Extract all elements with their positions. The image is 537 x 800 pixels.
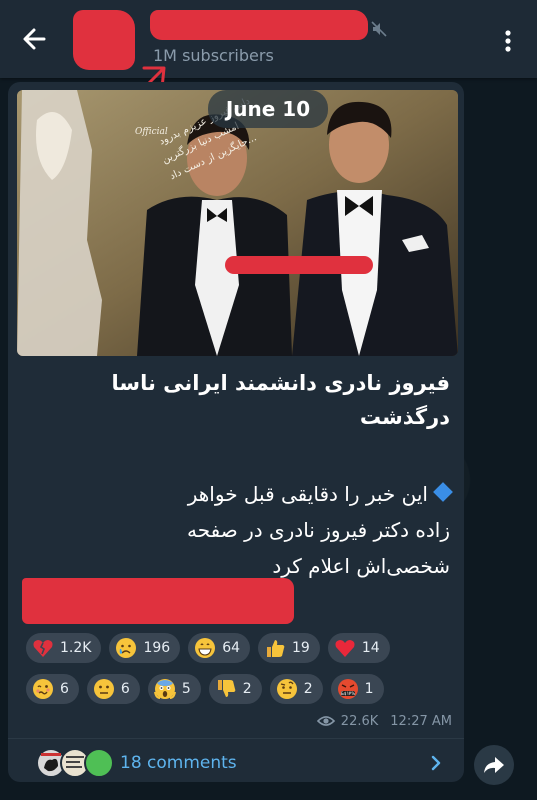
reactions-row: 6 6 5 2 2 &$!#% 1	[26, 674, 456, 704]
headline-line: درگذشت	[359, 405, 450, 429]
reaction-chip-broken-heart[interactable]: 1.2K	[26, 633, 102, 663]
forward-button[interactable]	[474, 745, 514, 785]
red-heart-icon	[334, 637, 356, 659]
svg-text:Official: Official	[135, 127, 168, 137]
raised-eyebrow-face-icon	[276, 678, 298, 700]
reaction-chip-screaming-face[interactable]: 5	[147, 674, 201, 704]
forward-arrow-icon	[484, 757, 504, 773]
woozy-face-icon	[32, 678, 54, 700]
views-eye-icon	[316, 716, 335, 726]
commenter-avatar	[84, 748, 114, 778]
reaction-count: 2	[242, 681, 252, 697]
screaming-face-icon	[153, 678, 176, 700]
reaction-chip-thumbs-down[interactable]: 2	[208, 674, 262, 704]
body-line-text: این خبر را دقایقی قبل خواهر	[187, 482, 428, 506]
back-arrow-icon	[23, 28, 46, 50]
reactions-bar: 1.2K 196 64 19 14 6 6 5 2 2 &$!#% 1	[26, 633, 456, 715]
neutral-face-icon	[93, 678, 115, 700]
crying-face-icon	[115, 637, 137, 659]
post-time: 12:27 AM	[390, 713, 452, 729]
channel-header: 1M subscribers	[0, 0, 537, 78]
photo-illustration: دایی فیروز عزیزم بدرود امشب دنیا بزرگتری…	[17, 90, 458, 356]
post-photo[interactable]: دایی فیروز عزیزم بدرود امشب دنیا بزرگتری…	[17, 90, 458, 356]
broken-heart-icon	[32, 637, 54, 659]
reaction-chip-red-heart[interactable]: 14	[327, 633, 390, 663]
reaction-chip-raised-eyebrow-face[interactable]: 2	[269, 674, 323, 704]
reaction-count: 64	[222, 640, 241, 656]
grinning-face-icon	[194, 637, 216, 659]
svg-text:&$!#%: &$!#%	[340, 691, 355, 696]
source-link-redacted	[22, 578, 294, 624]
reaction-count: 14	[361, 640, 380, 656]
reaction-count: 1	[364, 681, 374, 697]
cursing-face-icon: &$!#%	[337, 678, 359, 700]
date-pill: June 10	[208, 90, 328, 128]
thumbs-down-icon	[215, 678, 237, 700]
reaction-count: 2	[303, 681, 313, 697]
reaction-count: 5	[181, 681, 191, 697]
reactions-row: 1.2K 196 64 19 14	[26, 633, 456, 663]
reaction-chip-grinning-face[interactable]: 64	[188, 633, 251, 663]
thumbs-up-icon	[264, 637, 286, 659]
comments-count: 18 comments	[120, 753, 237, 773]
reaction-count: 1.2K	[60, 640, 92, 656]
post-body: این خبر را دقایقی قبل خواهر زاده دکتر فی…	[24, 476, 453, 584]
photo-watermark-redacted	[225, 256, 373, 274]
headline-line: فیروز نادری دانشمند ایرانی ناسا	[111, 371, 450, 395]
reaction-count: 196	[143, 640, 171, 656]
chevron-right-icon	[431, 755, 441, 771]
reaction-chip-cursing-face[interactable]: &$!#% 1	[330, 674, 384, 704]
reaction-chip-neutral-face[interactable]: 6	[86, 674, 140, 704]
reaction-count: 6	[60, 681, 69, 697]
blue-diamond-icon	[433, 482, 453, 502]
bubble-divider	[8, 738, 464, 739]
more-options-icon[interactable]	[496, 26, 520, 56]
body-line: زاده دکتر فیروز نادری در صفحه	[186, 518, 450, 542]
post-headline: فیروز نادری دانشمند ایرانی ناسا درگذشت	[24, 366, 450, 434]
body-line: این خبر را دقایقی قبل خواهر	[24, 476, 453, 512]
post-meta: 22.6K 12:27 AM	[302, 711, 452, 731]
back-button[interactable]	[18, 22, 52, 56]
reaction-count: 19	[292, 640, 310, 656]
reaction-count: 6	[120, 681, 130, 697]
reaction-chip-thumbs-up[interactable]: 19	[258, 633, 320, 663]
view-count: 22.6K	[340, 713, 379, 729]
muted-speaker-icon	[371, 21, 387, 37]
comments-button[interactable]: 18 comments	[8, 740, 464, 786]
channel-title-redacted[interactable]	[150, 10, 368, 40]
reaction-chip-crying-face[interactable]: 196	[109, 633, 181, 663]
reaction-chip-woozy-face[interactable]: 6	[26, 674, 79, 704]
